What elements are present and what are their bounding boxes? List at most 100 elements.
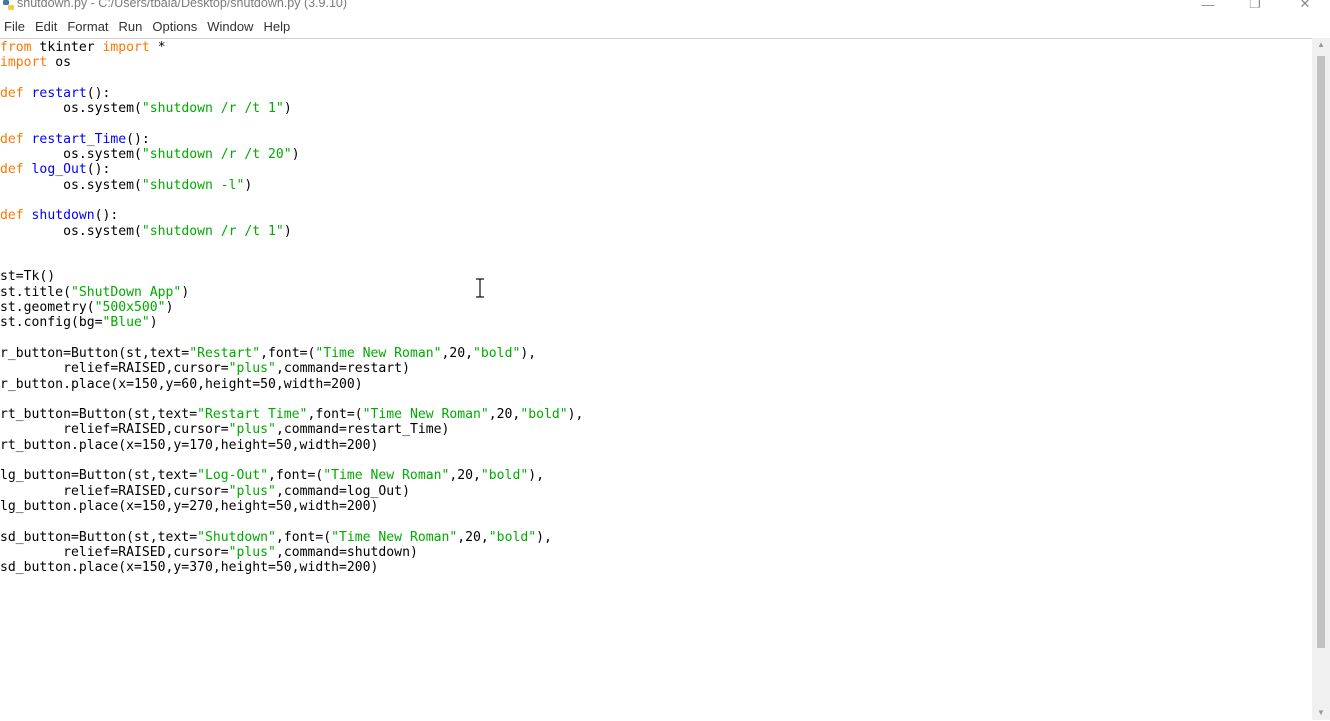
code-token: ) xyxy=(181,284,190,300)
code-token: log_Out xyxy=(31,162,87,178)
code-line[interactable]: st.title("ShutDown App") xyxy=(0,285,583,300)
code-token: "Restart" xyxy=(189,345,261,361)
code-token: def xyxy=(0,208,24,224)
code-line[interactable]: os.system("shutdown -l") xyxy=(0,178,583,193)
menu-window[interactable]: Window xyxy=(203,17,257,37)
code-token: "shutdown /r /t 1" xyxy=(141,223,284,239)
code-token: rt_button=Button(st,text= xyxy=(0,407,198,423)
code-token: * xyxy=(149,40,166,55)
code-line[interactable] xyxy=(0,453,583,468)
code-line[interactable]: def shutdown(): xyxy=(0,208,583,223)
code-token: "shutdown /r /t 1" xyxy=(141,101,284,117)
code-token: ) xyxy=(291,147,300,163)
code-token: ) xyxy=(283,101,292,117)
menu-run[interactable]: Run xyxy=(115,17,147,37)
code-token: "Blue" xyxy=(102,315,150,331)
code-token: ,20, xyxy=(441,345,474,361)
menu-options[interactable]: Options xyxy=(148,17,201,37)
code-token: "Log-Out" xyxy=(197,468,269,484)
code-line[interactable] xyxy=(0,116,583,131)
code-line[interactable]: rt_button=Button(st,text="Restart Time",… xyxy=(0,407,583,422)
menu-help[interactable]: Help xyxy=(259,17,294,37)
code-line[interactable]: import os xyxy=(0,55,583,70)
code-line[interactable] xyxy=(0,331,583,346)
code-line[interactable]: sd_button=Button(st,text="Shutdown",font… xyxy=(0,530,583,545)
window-title: shutdown.py - C:/Users/tbala/Desktop/shu… xyxy=(17,0,348,10)
code-line[interactable]: st.geometry("500x500") xyxy=(0,300,583,315)
code-line[interactable] xyxy=(0,254,583,269)
code-line[interactable]: r_button.place(x=150,y=60,height=50,widt… xyxy=(0,377,583,392)
code-token: from xyxy=(0,40,32,55)
code-text[interactable]: from tkinter import * import os def resta… xyxy=(0,40,583,575)
code-token: restart xyxy=(31,85,87,101)
menu-format[interactable]: Format xyxy=(63,17,112,37)
code-line[interactable]: rt_button.place(x=150,y=170,height=50,wi… xyxy=(0,438,583,453)
code-token: ,command=shutdown) xyxy=(275,544,418,560)
code-token: r_button.place(x=150,y=60,height=50,widt… xyxy=(0,376,363,392)
code-line[interactable]: st=Tk() xyxy=(0,269,583,284)
maximize-button[interactable]: ❐ xyxy=(1232,0,1278,13)
menu-edit[interactable]: Edit xyxy=(31,17,61,37)
code-line[interactable]: os.system("shutdown /r /t 1") xyxy=(0,224,583,239)
code-token: ,command=restart) xyxy=(275,361,410,377)
code-token: relief=RAISED,cursor= xyxy=(0,483,229,499)
code-line[interactable]: relief=RAISED,cursor="plus",command=log_… xyxy=(0,484,583,499)
code-line[interactable]: st.config(bg="Blue") xyxy=(0,315,583,330)
code-line[interactable]: os.system("shutdown /r /t 20") xyxy=(0,147,583,162)
code-line[interactable]: from tkinter import * xyxy=(0,40,583,55)
code-editor[interactable]: from tkinter import * import os def resta… xyxy=(0,38,1312,721)
scroll-thumb[interactable] xyxy=(1317,56,1325,648)
code-token: "Time New Roman" xyxy=(323,468,450,484)
code-token: "shutdown -l" xyxy=(141,177,245,193)
code-line[interactable]: r_button=Button(st,text="Restart",font=(… xyxy=(0,346,583,361)
code-token: (): xyxy=(126,131,150,147)
code-token: os.system( xyxy=(0,101,142,117)
code-line[interactable]: relief=RAISED,cursor="plus",command=shut… xyxy=(0,545,583,560)
code-token: def xyxy=(0,131,24,147)
code-token: ,font=( xyxy=(260,345,316,361)
code-token: "plus" xyxy=(228,544,276,560)
code-token: ), xyxy=(536,529,552,545)
code-line[interactable] xyxy=(0,514,583,529)
code-token: (): xyxy=(94,208,119,224)
code-line[interactable] xyxy=(0,392,583,407)
code-line[interactable]: def log_Out(): xyxy=(0,162,583,177)
minimize-button[interactable]: — xyxy=(1185,0,1231,13)
code-line[interactable]: sd_button.place(x=150,y=370,height=50,wi… xyxy=(0,560,583,575)
code-token: import xyxy=(102,40,150,55)
code-token: "plus" xyxy=(228,483,276,499)
code-token: ,font=( xyxy=(307,407,363,423)
code-token: ), xyxy=(567,407,584,423)
code-line[interactable]: def restart(): xyxy=(0,86,583,101)
code-token: shutdown xyxy=(31,208,95,224)
close-button[interactable]: ✕ xyxy=(1282,0,1328,13)
code-token: "Time New Roman" xyxy=(331,529,458,545)
scroll-up-icon[interactable]: ▲ xyxy=(1316,40,1326,50)
code-line[interactable]: def restart_Time(): xyxy=(0,132,583,147)
code-token: restart_Time xyxy=(31,131,127,147)
code-token: "plus" xyxy=(228,361,276,377)
scroll-down-icon[interactable]: ▼ xyxy=(1316,708,1326,718)
code-line[interactable] xyxy=(0,239,583,254)
code-token: "Time New Roman" xyxy=(315,345,442,361)
vertical-scrollbar[interactable]: ▲ ▼ xyxy=(1312,38,1330,720)
code-token: (): xyxy=(86,162,111,178)
code-token: import xyxy=(0,55,48,71)
code-token: def xyxy=(0,85,24,101)
code-token: os.system( xyxy=(0,147,142,163)
text-cursor-icon xyxy=(476,278,484,298)
code-line[interactable]: lg_button=Button(st,text="Log-Out",font=… xyxy=(0,468,583,483)
code-line[interactable]: os.system("shutdown /r /t 1") xyxy=(0,101,583,116)
code-line[interactable]: lg_button.place(x=150,y=270,height=50,wi… xyxy=(0,499,583,514)
code-line[interactable]: relief=RAISED,cursor="plus",command=rest… xyxy=(0,361,583,376)
code-token: relief=RAISED,cursor= xyxy=(0,422,229,438)
code-line[interactable]: relief=RAISED,cursor="plus",command=rest… xyxy=(0,422,583,437)
code-token: st.config(bg= xyxy=(0,315,103,331)
code-token: sd_button.place(x=150,y=370,height=50,wi… xyxy=(0,560,379,576)
menu-file[interactable]: File xyxy=(0,17,29,37)
code-line[interactable] xyxy=(0,71,583,86)
code-line[interactable] xyxy=(0,193,583,208)
code-token: st=Tk() xyxy=(0,269,56,285)
